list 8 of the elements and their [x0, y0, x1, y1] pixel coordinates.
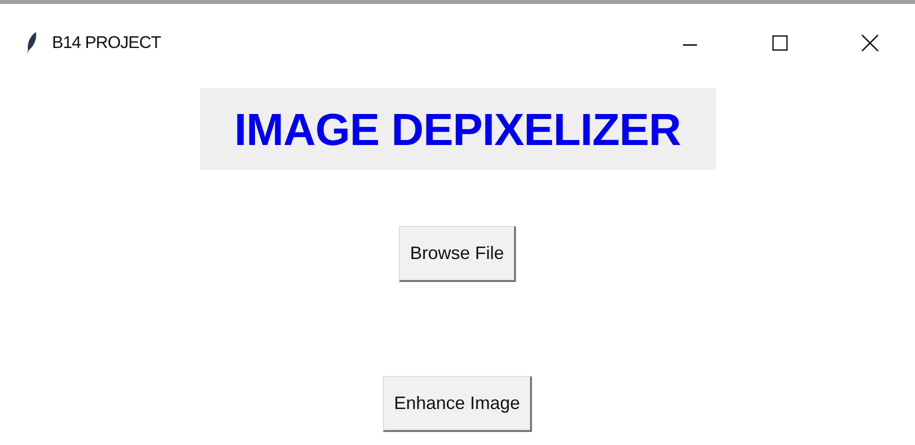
maximize-icon — [772, 35, 788, 51]
close-icon — [861, 34, 879, 52]
app-heading: IMAGE DEPIXELIZER — [200, 88, 716, 170]
window-title: B14 PROJECT — [52, 33, 161, 53]
minimize-icon — [682, 44, 698, 46]
browse-button[interactable]: Browse File — [398, 226, 516, 282]
enhance-button[interactable]: Enhance Image — [382, 376, 532, 432]
feather-icon — [26, 31, 38, 55]
